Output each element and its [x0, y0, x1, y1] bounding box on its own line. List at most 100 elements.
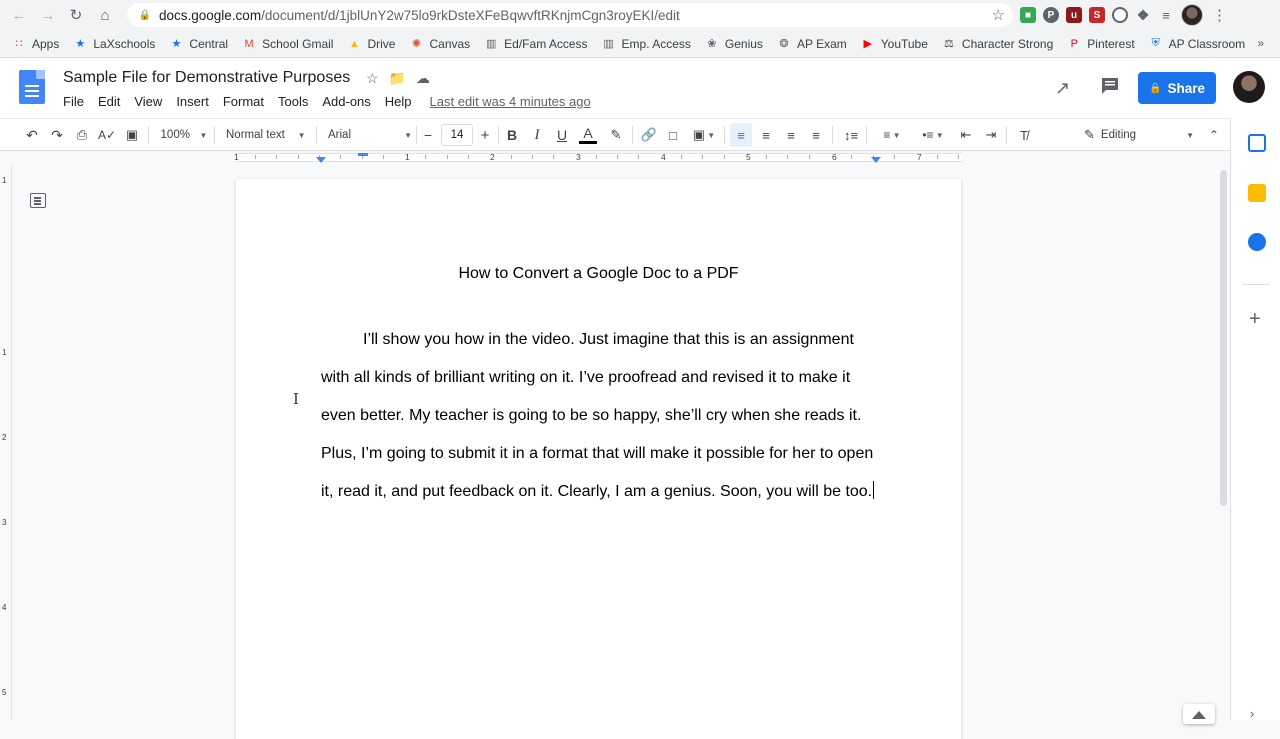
- explore-button[interactable]: [1183, 704, 1215, 724]
- paint-format-icon[interactable]: ▣: [122, 119, 142, 151]
- left-indent-marker[interactable]: [316, 157, 326, 163]
- insert-image-icon[interactable]: ▣ ▼: [688, 119, 720, 151]
- ruler-number: 2: [490, 152, 495, 162]
- last-edit-link[interactable]: Last edit was 4 minutes ago: [430, 94, 591, 109]
- activity-trend-icon[interactable]: ↗: [1055, 78, 1070, 99]
- menu-help[interactable]: Help: [385, 94, 412, 109]
- cloud-saved-icon[interactable]: ☁: [416, 70, 430, 87]
- menu-add-ons[interactable]: Add-ons: [322, 94, 370, 109]
- vertical-ruler[interactable]: 1 1 2 3 4 5: [0, 165, 12, 720]
- account-avatar[interactable]: [1233, 71, 1265, 103]
- lock-icon[interactable]: 🔒: [135, 10, 155, 21]
- menu-file[interactable]: File: [63, 94, 84, 109]
- ublock-extension-icon[interactable]: u: [1066, 7, 1082, 23]
- collapse-menus-icon[interactable]: ⌃: [1204, 119, 1224, 151]
- font-select[interactable]: Arial ▼: [328, 119, 412, 151]
- extensions-puzzle-icon[interactable]: ❖: [1135, 7, 1151, 23]
- google-classroom-extension-icon[interactable]: ■: [1020, 7, 1036, 23]
- insert-link-icon[interactable]: 🔗: [638, 119, 660, 151]
- bookmark-apps[interactable]: ∷ Apps: [12, 37, 60, 51]
- document-heading[interactable]: How to Convert a Google Doc to a PDF: [236, 265, 961, 283]
- menu-edit[interactable]: Edit: [98, 94, 120, 109]
- zoom-select[interactable]: 100% ▼: [158, 119, 210, 151]
- bookmark-drive[interactable]: ▲ Drive: [347, 37, 395, 51]
- bookmark-genius[interactable]: ❀ Genius: [705, 37, 763, 51]
- side-panel-chevron-icon[interactable]: ›: [1250, 706, 1254, 721]
- align-center-icon[interactable]: ≡: [755, 119, 777, 151]
- increase-indent-icon[interactable]: ⇥: [980, 119, 1002, 151]
- pinterest-extension-icon[interactable]: P: [1043, 7, 1059, 23]
- bookmark-emp-access[interactable]: ▥ Emp. Access: [602, 37, 691, 51]
- right-indent-marker[interactable]: [871, 157, 881, 163]
- bookmark-label: Pinterest: [1087, 36, 1135, 51]
- redo-icon[interactable]: ↷: [47, 119, 67, 151]
- menu-insert[interactable]: Insert: [176, 94, 209, 109]
- reload-icon[interactable]: ↻: [62, 1, 90, 29]
- profile-avatar[interactable]: [1181, 4, 1203, 26]
- style-select[interactable]: Normal text ▼: [226, 119, 310, 151]
- docs-logo-icon[interactable]: [19, 70, 45, 104]
- print-icon[interactable]: ⎙: [72, 119, 92, 151]
- calendar-icon[interactable]: [1248, 134, 1266, 152]
- bookmark-school-gmail[interactable]: M School Gmail: [242, 37, 334, 51]
- menu-tools[interactable]: Tools: [278, 94, 308, 109]
- address-bar[interactable]: 🔒 docs.google.com/document/d/1jblUnY2w75…: [127, 3, 1013, 27]
- highlight-color-icon[interactable]: ✎: [606, 119, 626, 151]
- bookmark-star-icon[interactable]: ☆: [992, 6, 1005, 24]
- move-folder-icon[interactable]: 📁: [389, 70, 406, 87]
- italic-icon[interactable]: I: [528, 119, 546, 151]
- home-icon[interactable]: ⌂: [91, 1, 119, 29]
- reading-list-icon[interactable]: ≡: [1158, 7, 1174, 23]
- keep-icon[interactable]: [1248, 184, 1266, 202]
- add-comment-icon[interactable]: □: [663, 119, 683, 151]
- lock-icon: 🔒: [1149, 82, 1162, 94]
- decrease-font-size-icon[interactable]: −: [420, 119, 436, 151]
- numbered-list-icon[interactable]: ≡ ▼: [874, 119, 910, 151]
- s-extension-icon[interactable]: S: [1089, 7, 1105, 23]
- bookmark-character-strong[interactable]: ⚖ Character Strong: [942, 37, 1053, 51]
- bookmark-laxschools[interactable]: ★ LaXschools: [73, 37, 155, 51]
- tasks-icon[interactable]: [1248, 233, 1266, 251]
- first-line-indent-marker[interactable]: [358, 153, 368, 156]
- align-right-icon[interactable]: ≡: [780, 119, 802, 151]
- bulleted-list-icon[interactable]: •≡ ▼: [915, 119, 951, 151]
- increase-font-size-icon[interactable]: +: [477, 119, 493, 151]
- document-body-paragraph[interactable]: I’ll show you how in the video. Just ima…: [321, 321, 881, 511]
- bookmark-ed-fam-access[interactable]: ▥ Ed/Fam Access: [484, 37, 588, 51]
- bookmark-label: Genius: [724, 36, 763, 51]
- font-size-input[interactable]: 14: [441, 124, 473, 146]
- justify-icon[interactable]: ≡: [805, 119, 827, 151]
- more-bookmarks-icon[interactable]: »: [1257, 36, 1264, 50]
- bookmark-ap-exam[interactable]: ❂ AP Exam: [777, 37, 846, 51]
- clear-formatting-icon[interactable]: T̸: [1013, 119, 1035, 151]
- share-button[interactable]: 🔒 Share: [1138, 72, 1216, 104]
- spellcheck-icon[interactable]: A✓: [97, 119, 117, 151]
- star-icon[interactable]: ☆: [366, 70, 379, 87]
- scrollbar[interactable]: [1220, 170, 1227, 506]
- undo-icon[interactable]: ↶: [22, 119, 42, 151]
- comments-icon[interactable]: [1100, 77, 1120, 95]
- document-page[interactable]: How to Convert a Google Doc to a PDF I’l…: [236, 179, 961, 739]
- editing-mode-select[interactable]: ✎ Editing ▼: [1084, 119, 1194, 151]
- bookmark-ap-classroom[interactable]: ⛨ AP Classroom: [1149, 37, 1246, 51]
- bookmark-central[interactable]: ★ Central: [169, 37, 228, 51]
- bookmark-youtube[interactable]: ▶ YouTube: [861, 37, 928, 51]
- browser-menu-icon[interactable]: ⋮: [1212, 6, 1227, 24]
- document-outline-icon[interactable]: [30, 193, 46, 208]
- horizontal-ruler[interactable]: 1 1 2 3 4 5 6 7: [0, 151, 1230, 165]
- document-title[interactable]: Sample File for Demonstrative Purposes: [63, 69, 350, 87]
- decrease-indent-icon[interactable]: ⇤: [955, 119, 977, 151]
- get-add-ons-icon[interactable]: +: [1249, 308, 1261, 331]
- back-arrow-icon[interactable]: ←: [5, 1, 33, 29]
- bookmark-canvas[interactable]: ✺ Canvas: [409, 37, 470, 51]
- menu-format[interactable]: Format: [223, 94, 264, 109]
- align-left-icon[interactable]: ≡: [730, 123, 752, 147]
- text-color-icon[interactable]: A: [578, 119, 598, 151]
- bold-icon[interactable]: B: [503, 119, 521, 151]
- line-spacing-icon[interactable]: ↕≡: [840, 119, 862, 151]
- bookmark-pinterest[interactable]: P Pinterest: [1067, 36, 1135, 51]
- underline-icon[interactable]: U: [553, 119, 571, 151]
- forward-arrow-icon[interactable]: →: [34, 1, 62, 29]
- menu-view[interactable]: View: [134, 94, 162, 109]
- circle-extension-icon[interactable]: [1112, 7, 1128, 23]
